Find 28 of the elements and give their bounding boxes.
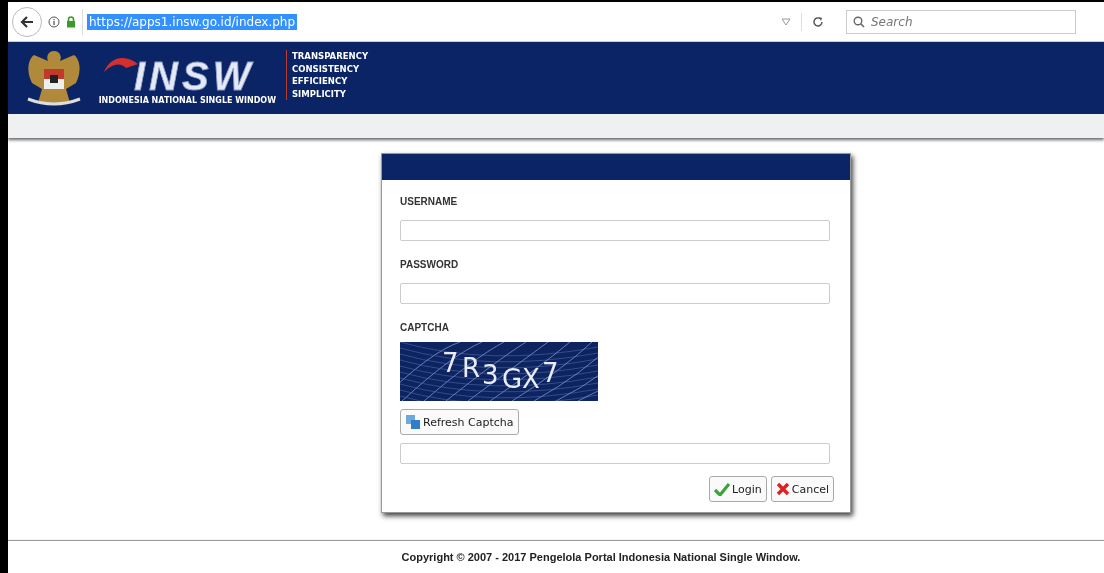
search-field[interactable]: Search bbox=[846, 9, 1076, 34]
dropdown-icon[interactable] bbox=[781, 17, 791, 26]
back-arrow-icon bbox=[20, 14, 34, 29]
url-text: https://apps1.insw.go.id/index.php bbox=[87, 13, 298, 30]
field-label: PASSWORD bbox=[400, 259, 459, 270]
field-label: CAPTCHA bbox=[400, 322, 449, 333]
cancel-button[interactable]: Cancel bbox=[770, 476, 834, 502]
input-field[interactable] bbox=[400, 283, 830, 304]
copyright-text: Copyright © 2007 - 2017 Pengelola Portal Indonesia National Single Window. bbox=[401, 551, 801, 563]
motto-text: SIMPLICITY bbox=[292, 87, 347, 100]
captcha-input-field[interactable] bbox=[400, 443, 830, 464]
motto-text: TRANSPARENCY bbox=[292, 50, 369, 63]
motto-text: CONSISTENCY bbox=[292, 62, 361, 75]
padlock-icon bbox=[66, 15, 76, 28]
refresh-captcha-button[interactable]: Refresh Captcha bbox=[400, 409, 519, 435]
field-label: USERNAME bbox=[400, 196, 458, 207]
search-icon bbox=[853, 15, 865, 28]
back-button[interactable] bbox=[12, 6, 42, 37]
insw-logo: INSW bbox=[96, 51, 276, 96]
motto-text: EFFICIENCY bbox=[292, 75, 349, 88]
refresh-icon bbox=[405, 414, 421, 430]
info-icon[interactable] bbox=[48, 15, 60, 28]
logo-subtitle: INDONESIA NATIONAL SINGLE WINDOW bbox=[98, 95, 276, 105]
reload-icon[interactable] bbox=[812, 15, 824, 28]
cross-icon bbox=[775, 482, 790, 496]
input-field[interactable] bbox=[400, 220, 830, 241]
checkmark-icon bbox=[714, 482, 731, 496]
login-button[interactable]: Login bbox=[709, 476, 767, 502]
